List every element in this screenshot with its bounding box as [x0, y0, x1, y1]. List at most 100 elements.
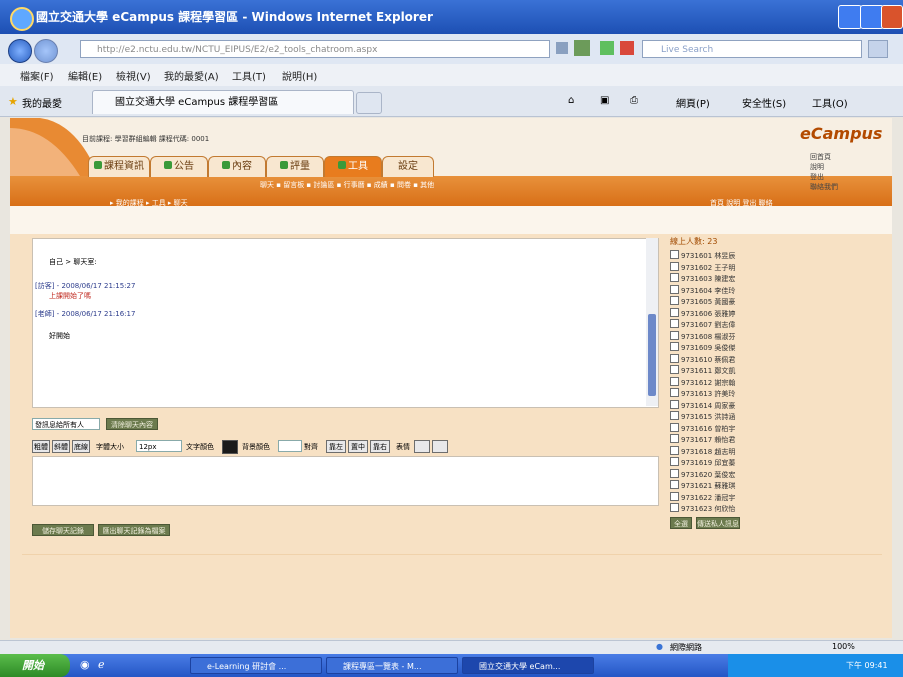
user-list-item[interactable]: 9731610 蔡佩君 — [670, 353, 735, 365]
print-icon[interactable]: ⎙ — [630, 95, 638, 106]
save-chat-button[interactable]: 儲存聊天記錄 — [32, 524, 94, 536]
emoticon-button[interactable] — [414, 440, 430, 453]
user-checkbox[interactable] — [670, 273, 679, 282]
browser-tab[interactable]: 國立交通大學 eCampus 課程學習區 — [92, 90, 354, 114]
user-list-item[interactable]: 9731607 劉志偉 — [670, 319, 735, 330]
user-checkbox[interactable] — [670, 457, 679, 466]
user-checkbox[interactable] — [670, 261, 679, 271]
tools-menu[interactable]: 工具(O) — [812, 95, 848, 110]
user-checkbox[interactable] — [670, 445, 679, 455]
user-list-item[interactable]: 9731613 許美玲 — [670, 388, 735, 399]
tab-content[interactable]: 內容 — [208, 156, 266, 177]
taskbar-item-1[interactable]: e-Learning 研討會 ... — [190, 657, 322, 674]
user-list-item[interactable]: 9731618 趙志明 — [670, 445, 735, 457]
star-icon[interactable]: ★ — [8, 95, 18, 108]
user-checkbox[interactable] — [670, 353, 679, 363]
safety-menu[interactable]: 安全性(S) — [742, 95, 786, 110]
user-list-item[interactable]: 9731621 蘇雅琪 — [670, 480, 735, 491]
menu-favorites[interactable]: 我的最愛(A) — [164, 68, 219, 83]
user-list-item[interactable]: 9731617 賴怡君 — [670, 434, 735, 445]
taskbar-item-3[interactable]: 國立交通大學 eCam... — [462, 657, 594, 674]
menu-help[interactable]: 說明(H) — [282, 68, 317, 83]
user-checkbox[interactable] — [670, 284, 679, 294]
tab-settings[interactable]: 設定 — [382, 156, 434, 177]
quicklaunch-icon[interactable]: ◉ — [80, 658, 90, 671]
user-list-item[interactable]: 9731622 潘冠宇 — [670, 491, 735, 503]
feeds-icon[interactable]: ▣ — [600, 95, 609, 106]
zoom-level[interactable]: 100% — [832, 642, 855, 651]
text-color-swatch[interactable] — [222, 440, 238, 454]
favorites-button[interactable]: 我的最愛 — [22, 95, 62, 110]
option-logout[interactable]: 登出 — [810, 172, 838, 182]
user-list-item[interactable]: 9731612 謝宗翰 — [670, 376, 735, 388]
emoticon-button-2[interactable] — [432, 440, 448, 453]
sub-navigation[interactable]: 聊天 ▪ 留言板 ▪ 討論區 ▪ 行事曆 ▪ 成績 ▪ 問卷 ▪ 其他 — [260, 180, 434, 190]
select-all-button[interactable]: 全選 — [670, 516, 692, 529]
tab-announcement[interactable]: 公告 — [150, 156, 208, 177]
option-contact[interactable]: 聯絡我們 — [810, 182, 838, 192]
dropdown-icon[interactable] — [556, 42, 568, 54]
user-list-item[interactable]: 9731620 葉俊宏 — [670, 468, 735, 480]
align-right-button[interactable]: 靠右 — [370, 440, 390, 453]
user-list-item[interactable]: 9731608 楊淑芬 — [670, 330, 735, 342]
search-input[interactable]: Live Search — [642, 40, 862, 58]
message-input[interactable] — [32, 456, 659, 506]
refresh-icon[interactable] — [600, 41, 614, 55]
user-checkbox[interactable] — [670, 422, 679, 432]
option-home[interactable]: 回首頁 — [810, 152, 838, 162]
forward-button[interactable] — [34, 39, 58, 63]
menu-view[interactable]: 檢視(V) — [116, 68, 151, 83]
user-list-item[interactable]: 9731605 黃國豪 — [670, 296, 735, 307]
user-list-item[interactable]: 9731619 邱宜蓁 — [670, 457, 735, 468]
user-checkbox[interactable] — [670, 330, 679, 340]
underline-button[interactable]: 底線 — [72, 440, 90, 453]
menu-edit[interactable]: 編輯(E) — [68, 68, 102, 83]
user-checkbox[interactable] — [670, 411, 679, 420]
compatibility-icon[interactable] — [574, 40, 590, 56]
tab-tools[interactable]: 工具 — [324, 156, 382, 177]
user-checkbox[interactable] — [670, 480, 679, 489]
minimize-button[interactable] — [838, 5, 862, 29]
user-list-item[interactable]: 9731609 吳俊傑 — [670, 342, 735, 353]
align-left-button[interactable]: 靠左 — [326, 440, 346, 453]
italic-button[interactable]: 斜體 — [52, 440, 70, 453]
back-button[interactable] — [8, 39, 32, 63]
page-menu[interactable]: 網頁(P) — [676, 95, 710, 110]
close-button[interactable] — [881, 5, 903, 29]
user-checkbox[interactable] — [670, 491, 679, 501]
menu-file[interactable]: 檔案(F) — [20, 68, 54, 83]
bg-color-select[interactable] — [278, 440, 302, 452]
user-list-item[interactable]: 9731606 張雅婷 — [670, 307, 735, 319]
user-checkbox[interactable] — [670, 296, 679, 305]
user-checkbox[interactable] — [670, 434, 679, 443]
user-checkbox[interactable] — [670, 388, 679, 397]
quicklaunch-ie-icon[interactable]: ℯ — [98, 658, 105, 671]
user-list-item[interactable]: 9731611 鄭文凱 — [670, 365, 735, 376]
user-checkbox[interactable] — [670, 376, 679, 386]
user-list-item[interactable]: 9731623 何欣怡 — [670, 503, 735, 514]
bold-button[interactable]: 粗體 — [32, 440, 50, 453]
search-icon[interactable] — [868, 40, 888, 58]
font-size-select[interactable]: 12px — [136, 440, 182, 452]
user-checkbox[interactable] — [670, 342, 679, 351]
recipient-select[interactable]: 發訊息給所有人 — [32, 418, 100, 430]
new-tab-button[interactable] — [356, 92, 382, 114]
stop-icon[interactable] — [620, 41, 634, 55]
user-checkbox[interactable] — [670, 399, 679, 409]
menu-tools[interactable]: 工具(T) — [232, 68, 266, 83]
user-list-item[interactable]: 9731614 周家豪 — [670, 399, 735, 411]
align-center-button[interactable]: 置中 — [348, 440, 368, 453]
tab-course-info[interactable]: 課程資訊 — [88, 156, 150, 177]
address-input[interactable]: http://e2.nctu.edu.tw/NCTU_EIPUS/E2/e2_t… — [80, 40, 550, 58]
user-checkbox[interactable] — [670, 250, 679, 259]
home-icon[interactable]: ⌂ — [568, 95, 574, 106]
user-checkbox[interactable] — [670, 365, 679, 374]
export-chat-button[interactable]: 匯出聊天記錄為檔案 — [98, 524, 170, 536]
user-list-item[interactable]: 9731604 李佳玲 — [670, 284, 735, 296]
clear-chat-button[interactable]: 清除聊天內容 — [106, 418, 158, 430]
user-list-item[interactable]: 9731616 曾柏宇 — [670, 422, 735, 434]
user-checkbox[interactable] — [670, 319, 679, 328]
user-list-item[interactable]: 9731615 洪詩涵 — [670, 411, 735, 422]
tab-assessment[interactable]: 評量 — [266, 156, 324, 177]
taskbar-item-2[interactable]: 課程專區一覽表 - M... — [326, 657, 458, 674]
